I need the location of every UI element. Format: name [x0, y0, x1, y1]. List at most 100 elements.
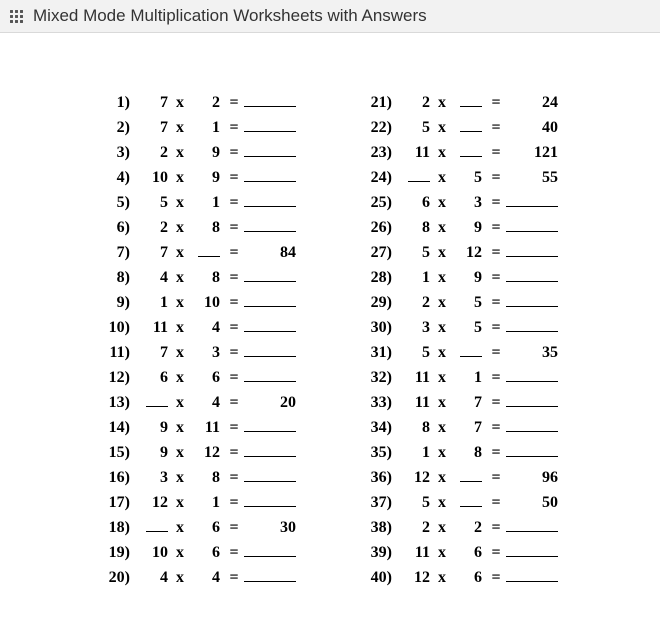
factor-value: 6 [212, 519, 220, 536]
equals-symbol: = [486, 119, 506, 137]
problem-number: 21) [360, 94, 398, 112]
blank-factor[interactable] [146, 393, 168, 407]
blank-ans[interactable] [244, 343, 296, 357]
blank-factor[interactable] [460, 468, 482, 482]
times-symbol: x [168, 344, 192, 362]
blank-factor[interactable] [198, 243, 220, 257]
equals-symbol: = [486, 344, 506, 362]
problem-number: 1) [98, 94, 136, 112]
problem-number: 9) [98, 294, 136, 312]
factor-value: 8 [474, 444, 482, 461]
blank-ans[interactable] [244, 318, 296, 332]
blank-ans[interactable] [506, 268, 558, 282]
blank-factor[interactable] [460, 343, 482, 357]
equals-symbol: = [486, 219, 506, 237]
factor-value: 1 [160, 294, 168, 311]
factor-value: 12 [204, 444, 220, 461]
blank-ans[interactable] [506, 393, 558, 407]
problem-number: 23) [360, 144, 398, 162]
blank-ans[interactable] [244, 93, 296, 107]
factor-value: 2 [160, 144, 168, 161]
times-symbol: x [430, 369, 454, 387]
times-symbol: x [430, 519, 454, 537]
blank-ans[interactable] [244, 368, 296, 382]
equals-symbol: = [224, 344, 244, 362]
blank-ans[interactable] [244, 143, 296, 157]
equals-symbol: = [486, 419, 506, 437]
blank-ans[interactable] [506, 543, 558, 557]
blank-ans[interactable] [244, 493, 296, 507]
equals-symbol: = [224, 469, 244, 487]
blank-ans[interactable] [244, 118, 296, 132]
blank-ans[interactable] [506, 243, 558, 257]
equals-symbol: = [224, 369, 244, 387]
times-symbol: x [430, 344, 454, 362]
blank-ans[interactable] [506, 418, 558, 432]
factor-value: 6 [160, 369, 168, 386]
grip-icon[interactable] [10, 10, 23, 23]
problem-row: 17)12x1= [98, 493, 300, 518]
blank-factor[interactable] [460, 143, 482, 157]
blank-ans[interactable] [244, 218, 296, 232]
blank-ans[interactable] [506, 443, 558, 457]
problem-number: 13) [98, 394, 136, 412]
equals-symbol: = [486, 369, 506, 387]
times-symbol: x [168, 169, 192, 187]
blank-factor[interactable] [460, 493, 482, 507]
title-bar: Mixed Mode Multiplication Worksheets wit… [0, 0, 660, 33]
blank-ans[interactable] [506, 368, 558, 382]
factor-value: 12 [414, 569, 430, 586]
blank-ans[interactable] [506, 218, 558, 232]
factor-value: 10 [204, 294, 220, 311]
blank-ans[interactable] [244, 168, 296, 182]
times-symbol: x [430, 319, 454, 337]
factor-value: 3 [212, 344, 220, 361]
blank-ans[interactable] [244, 293, 296, 307]
blank-ans[interactable] [506, 193, 558, 207]
problem-number: 16) [98, 469, 136, 487]
factor-value: 7 [474, 394, 482, 411]
blank-ans[interactable] [506, 293, 558, 307]
blank-ans[interactable] [506, 568, 558, 582]
equals-symbol: = [486, 519, 506, 537]
equals-symbol: = [224, 119, 244, 137]
equals-symbol: = [486, 569, 506, 587]
blank-factor[interactable] [460, 93, 482, 107]
blank-ans[interactable] [244, 543, 296, 557]
times-symbol: x [168, 144, 192, 162]
problem-number: 29) [360, 294, 398, 312]
problem-number: 15) [98, 444, 136, 462]
problem-row: 4)10x9= [98, 168, 300, 193]
blank-factor[interactable] [408, 168, 430, 182]
factor-value: 7 [474, 419, 482, 436]
times-symbol: x [430, 394, 454, 412]
blank-factor[interactable] [146, 518, 168, 532]
blank-ans[interactable] [244, 443, 296, 457]
problem-row: 13)x4=20 [98, 393, 300, 418]
blank-ans[interactable] [244, 418, 296, 432]
equals-symbol: = [486, 294, 506, 312]
blank-ans[interactable] [244, 568, 296, 582]
blank-factor[interactable] [460, 118, 482, 132]
times-symbol: x [168, 494, 192, 512]
factor-value: 9 [212, 169, 220, 186]
times-symbol: x [430, 494, 454, 512]
equals-symbol: = [486, 144, 506, 162]
blank-ans[interactable] [506, 318, 558, 332]
factor-value: 7 [160, 344, 168, 361]
factor-value: 4 [212, 394, 220, 411]
blank-ans[interactable] [244, 268, 296, 282]
problem-number: 3) [98, 144, 136, 162]
worksheet-area: 1)7x2=2)7x1=3)2x9=4)10x9=5)5x1=6)2x8=7)7… [0, 33, 660, 623]
problem-number: 18) [98, 519, 136, 537]
factor-value: 2 [160, 219, 168, 236]
equals-symbol: = [486, 494, 506, 512]
problem-row: 12)6x6= [98, 368, 300, 393]
equals-symbol: = [224, 444, 244, 462]
problem-number: 12) [98, 369, 136, 387]
blank-ans[interactable] [244, 193, 296, 207]
blank-ans[interactable] [506, 518, 558, 532]
blank-ans[interactable] [244, 468, 296, 482]
factor-value: 5 [422, 494, 430, 511]
equals-symbol: = [224, 419, 244, 437]
